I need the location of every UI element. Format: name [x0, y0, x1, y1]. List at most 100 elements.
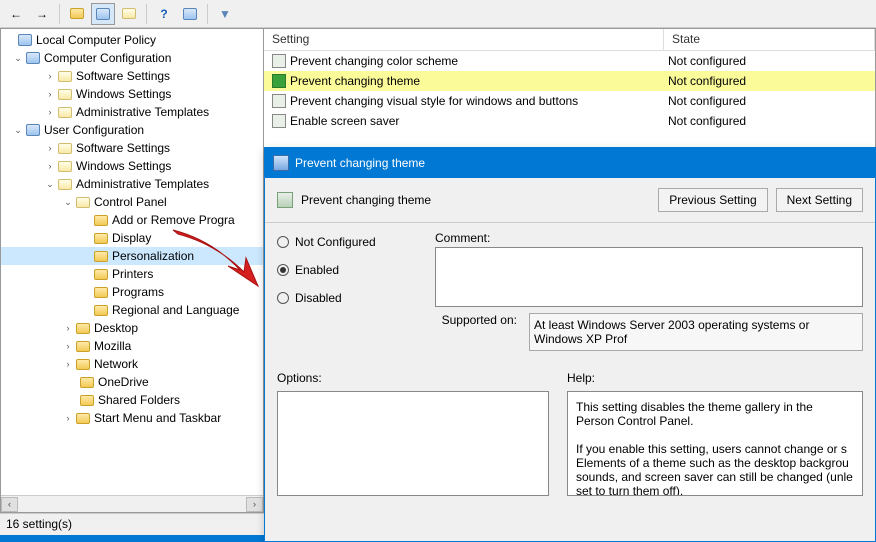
folder-icon: [94, 287, 108, 298]
tree-label: Mozilla: [94, 339, 131, 353]
forward-button[interactable]: →: [30, 3, 54, 25]
toolbar: ← → ? ▼: [0, 0, 876, 28]
next-setting-button[interactable]: Next Setting: [776, 188, 863, 212]
supported-label: Supported on:: [435, 313, 517, 327]
radio-enabled[interactable]: Enabled: [277, 263, 417, 277]
scroll-left-icon[interactable]: ‹: [1, 497, 18, 512]
expander-icon[interactable]: ›: [61, 339, 75, 353]
tree-item[interactable]: › Network: [1, 355, 263, 373]
show-tree-button[interactable]: [91, 3, 115, 25]
tree-personalization[interactable]: Personalization: [1, 247, 263, 265]
comment-textarea[interactable]: [435, 247, 863, 307]
tree-item[interactable]: › Mozilla: [1, 337, 263, 355]
tree-control-panel[interactable]: ⌄ Control Panel: [1, 193, 263, 211]
tree-label: User Configuration: [44, 123, 144, 137]
tree-item[interactable]: Add or Remove Progra: [1, 211, 263, 229]
folder-icon: [94, 269, 108, 280]
tree-label: Add or Remove Progra: [112, 213, 235, 227]
list-row[interactable]: Prevent changing color scheme Not config…: [264, 51, 875, 71]
tree-item[interactable]: Regional and Language: [1, 301, 263, 319]
help-icon: ?: [160, 7, 167, 21]
folder-icon: [58, 107, 72, 118]
tree-item[interactable]: ›Windows Settings: [1, 157, 263, 175]
expander-icon[interactable]: [3, 33, 17, 47]
tree-item[interactable]: ›Windows Settings: [1, 85, 263, 103]
tree-item[interactable]: › Start Menu and Taskbar: [1, 409, 263, 427]
tree-item[interactable]: Programs: [1, 283, 263, 301]
expander-icon[interactable]: ⌄: [61, 195, 75, 209]
setting-label: Prevent changing color scheme: [290, 54, 458, 68]
list-row[interactable]: Enable screen saver Not configured: [264, 111, 875, 131]
list-row[interactable]: Prevent changing visual style for window…: [264, 91, 875, 111]
expander-icon[interactable]: ⌄: [11, 51, 25, 65]
columns-button[interactable]: [178, 3, 202, 25]
folder-icon: [80, 395, 94, 406]
policy-icon: [277, 192, 293, 208]
help-button[interactable]: ?: [152, 3, 176, 25]
setting-state: Not configured: [664, 54, 875, 68]
tree-item[interactable]: ›Software Settings: [1, 139, 263, 157]
expander-icon[interactable]: ›: [61, 321, 75, 335]
dialog-titlebar[interactable]: Prevent changing theme: [265, 148, 875, 178]
expander-icon[interactable]: ›: [61, 357, 75, 371]
list-row-highlighted[interactable]: Prevent changing theme Not configured: [264, 71, 875, 91]
expander-icon[interactable]: ›: [43, 69, 57, 83]
tree-item[interactable]: Shared Folders: [1, 391, 263, 409]
scroll-right-icon[interactable]: ›: [246, 497, 263, 512]
radio-not-configured[interactable]: Not Configured: [277, 235, 417, 249]
comment-label: Comment:: [435, 231, 863, 245]
filter-button[interactable]: ▼: [213, 3, 237, 25]
dialog-title: Prevent changing theme: [295, 156, 425, 170]
tree-item[interactable]: › Administrative Templates: [1, 103, 263, 121]
toolbar-separator: [207, 4, 208, 24]
expander-icon[interactable]: ⌄: [11, 123, 25, 137]
options-label: Options:: [277, 371, 549, 385]
expander-icon[interactable]: ›: [43, 87, 57, 101]
export-button[interactable]: [65, 3, 89, 25]
col-header-state[interactable]: State: [664, 29, 875, 50]
export-list-button[interactable]: [117, 3, 141, 25]
folder-icon: [76, 413, 90, 424]
expander-icon[interactable]: ›: [43, 141, 57, 155]
tree-item[interactable]: Printers: [1, 265, 263, 283]
folder-icon: [76, 341, 90, 352]
tree-body[interactable]: Local Computer Policy ⌄Computer Configur…: [1, 29, 263, 495]
list-export-icon: [122, 8, 136, 19]
tree-computer-configuration[interactable]: ⌄Computer Configuration: [1, 49, 263, 67]
expander-icon[interactable]: ›: [43, 105, 57, 119]
tree-label: Administrative Templates: [76, 177, 209, 191]
expander-icon[interactable]: ⌄: [43, 177, 57, 191]
tree-administrative-templates[interactable]: ⌄ Administrative Templates: [1, 175, 263, 193]
options-box[interactable]: [277, 391, 549, 496]
tree-label: Shared Folders: [98, 393, 180, 407]
tree-user-configuration[interactable]: ⌄ User Configuration: [1, 121, 263, 139]
supported-on-text: At least Windows Server 2003 operating s…: [529, 313, 863, 351]
tree-label: Start Menu and Taskbar: [94, 411, 221, 425]
tree-root[interactable]: Local Computer Policy: [1, 31, 263, 49]
back-button[interactable]: ←: [4, 3, 28, 25]
setting-state: Not configured: [664, 74, 875, 88]
tree-label: Administrative Templates: [76, 105, 209, 119]
user-icon: [26, 124, 40, 136]
tree-item[interactable]: OneDrive: [1, 373, 263, 391]
toolbar-separator: [59, 4, 60, 24]
folder-icon: [58, 71, 72, 82]
expander-icon[interactable]: ›: [43, 159, 57, 173]
folder-icon: [76, 197, 90, 208]
folder-icon: [94, 215, 108, 226]
col-header-setting[interactable]: Setting: [264, 29, 664, 50]
radio-disabled[interactable]: Disabled: [277, 291, 417, 305]
folder-icon: [58, 161, 72, 172]
previous-setting-button[interactable]: Previous Setting: [658, 188, 767, 212]
tree-label: Personalization: [112, 249, 194, 263]
back-arrow-icon: ←: [10, 7, 22, 21]
tree-horizontal-scrollbar[interactable]: ‹ ›: [1, 495, 263, 512]
tree-item[interactable]: ›Desktop: [1, 319, 263, 337]
tree-label: Control Panel: [94, 195, 167, 209]
policy-root-icon: [18, 34, 32, 46]
tree-item[interactable]: Display: [1, 229, 263, 247]
columns-icon: [183, 8, 197, 20]
expander-icon[interactable]: ›: [61, 411, 75, 425]
tree-label: Network: [94, 357, 138, 371]
tree-item[interactable]: ›Software Settings: [1, 67, 263, 85]
